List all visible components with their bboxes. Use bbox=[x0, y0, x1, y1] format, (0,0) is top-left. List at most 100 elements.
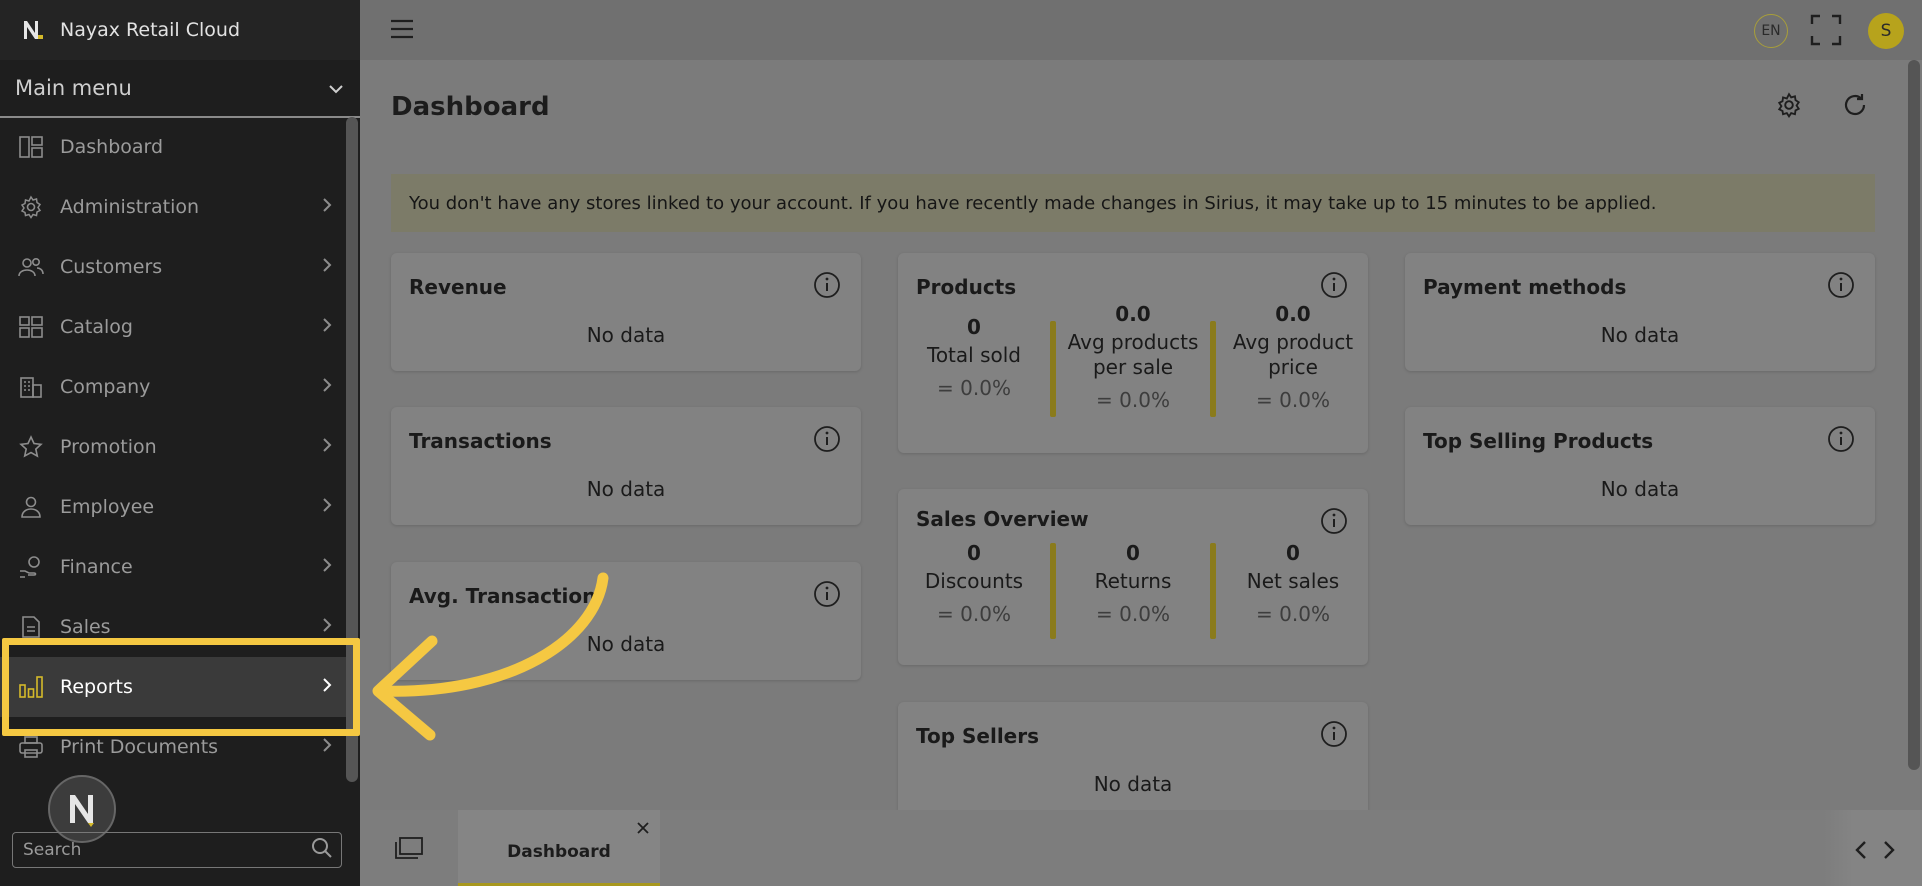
stat-value: 0.0 bbox=[1275, 302, 1311, 326]
tutorial-arrow-icon bbox=[360, 560, 620, 754]
stat-change: = 0.0% bbox=[899, 376, 1049, 400]
stat-avg-products-per-sale: 0.0 Avg products per sale = 0.0% bbox=[1058, 302, 1208, 412]
chevron-right-icon bbox=[322, 377, 332, 397]
top-selling-products-card: Top Selling Products No data bbox=[1405, 407, 1875, 525]
nayax-logo-icon bbox=[20, 17, 46, 43]
sidebar-item-catalog[interactable]: Catalog bbox=[0, 297, 346, 357]
chevron-right-icon bbox=[322, 617, 332, 637]
chevron-left-icon[interactable] bbox=[1854, 840, 1868, 864]
card-title: Top Selling Products bbox=[1423, 429, 1654, 453]
stat-returns: 0 Returns = 0.0% bbox=[1058, 541, 1208, 626]
chevron-down-icon bbox=[328, 79, 344, 98]
no-stores-notice: You don't have any stores linked to your… bbox=[391, 174, 1875, 232]
stat-label: Total sold bbox=[927, 343, 1021, 367]
info-icon[interactable] bbox=[813, 580, 841, 612]
document-icon bbox=[18, 614, 44, 640]
sidebar-item-label: Dashboard bbox=[60, 136, 164, 158]
windows-icon[interactable] bbox=[394, 836, 424, 864]
sidebar-item-employee[interactable]: Employee bbox=[0, 477, 346, 537]
sidebar-item-label: Print Documents bbox=[60, 736, 219, 758]
sidebar-item-label: Finance bbox=[60, 556, 133, 578]
sidebar-item-promotion[interactable]: Promotion bbox=[0, 417, 346, 477]
revenue-card: Revenue No data bbox=[391, 253, 861, 371]
stat-change-value: 0.0% bbox=[1279, 602, 1330, 626]
stat-discounts: 0 Discounts = 0.0% bbox=[899, 541, 1049, 626]
no-data-text: No data bbox=[1600, 323, 1680, 347]
sidebar: Nayax Retail Cloud Main menu Dashboard A… bbox=[0, 0, 360, 886]
stat-label: Discounts bbox=[924, 569, 1024, 593]
gear-icon bbox=[18, 194, 44, 220]
info-icon[interactable] bbox=[1827, 425, 1855, 457]
chevron-right-icon bbox=[322, 317, 332, 337]
top-sellers-card: Top Sellers No data bbox=[898, 702, 1368, 810]
fullscreen-icon[interactable] bbox=[1810, 14, 1842, 50]
building-icon bbox=[18, 374, 44, 400]
printer-icon bbox=[18, 734, 44, 760]
stat-value: 0.0 bbox=[1115, 302, 1151, 326]
card-title: Sales Overview bbox=[916, 507, 1089, 531]
card-title: Products bbox=[916, 275, 1017, 299]
stat-divider bbox=[1210, 321, 1216, 417]
sidebar-item-customers[interactable]: Customers bbox=[0, 237, 346, 297]
close-icon[interactable] bbox=[636, 820, 650, 839]
sidebar-item-label: Promotion bbox=[60, 436, 157, 458]
card-title: Payment methods bbox=[1423, 275, 1627, 299]
stat-change: = 0.0% bbox=[1058, 388, 1208, 412]
info-icon[interactable] bbox=[813, 271, 841, 303]
tab-label: Dashboard bbox=[507, 842, 611, 862]
chevron-right-icon bbox=[322, 557, 332, 577]
stat-change-value: 0.0% bbox=[1279, 388, 1330, 412]
no-data-text: No data bbox=[586, 323, 666, 347]
stat-divider bbox=[1210, 543, 1216, 639]
info-icon[interactable] bbox=[1320, 271, 1348, 303]
settings-gear-icon[interactable] bbox=[1776, 92, 1802, 122]
main-scrollbar-thumb[interactable] bbox=[1908, 60, 1920, 770]
info-icon[interactable] bbox=[1827, 271, 1855, 303]
sidebar-item-label: Company bbox=[60, 376, 151, 398]
app-title: Nayax Retail Cloud bbox=[60, 19, 241, 41]
tab-nav-fade bbox=[1824, 810, 1922, 886]
no-data-text: No data bbox=[586, 477, 666, 501]
search-input[interactable] bbox=[23, 840, 311, 860]
language-selector[interactable]: EN bbox=[1754, 14, 1788, 48]
card-title: Top Sellers bbox=[916, 724, 1040, 748]
stat-change-value: 0.0% bbox=[1119, 602, 1170, 626]
sidebar-item-administration[interactable]: Administration bbox=[0, 177, 346, 237]
main-menu-toggle[interactable]: Main menu bbox=[0, 60, 360, 118]
chevron-right-icon bbox=[322, 257, 332, 277]
main-menu-label: Main menu bbox=[15, 76, 132, 100]
sidebar-search[interactable] bbox=[12, 832, 342, 868]
tab-dashboard[interactable]: Dashboard bbox=[458, 810, 660, 886]
sidebar-item-company[interactable]: Company bbox=[0, 357, 346, 417]
info-icon[interactable] bbox=[813, 425, 841, 457]
equals-icon: = bbox=[1256, 602, 1280, 626]
chevron-right-icon[interactable] bbox=[1882, 840, 1896, 864]
users-icon bbox=[18, 254, 44, 280]
refresh-icon[interactable] bbox=[1842, 92, 1868, 122]
stat-net-sales: 0 Net sales = 0.0% bbox=[1218, 541, 1368, 626]
brand-bar: Nayax Retail Cloud bbox=[0, 0, 360, 60]
info-icon[interactable] bbox=[1320, 507, 1348, 539]
no-data-text: No data bbox=[1093, 772, 1173, 796]
stat-total-sold: 0 Total sold = 0.0% bbox=[899, 315, 1049, 400]
hamburger-menu-icon[interactable] bbox=[390, 18, 414, 44]
sidebar-item-finance[interactable]: Finance bbox=[0, 537, 346, 597]
grid-icon bbox=[18, 314, 44, 340]
chevron-right-icon bbox=[322, 737, 332, 757]
equals-icon: = bbox=[1096, 602, 1120, 626]
stat-change-value: 0.0% bbox=[960, 376, 1011, 400]
sidebar-item-label: Employee bbox=[60, 496, 155, 518]
sidebar-item-label: Customers bbox=[60, 256, 163, 278]
user-avatar[interactable]: S bbox=[1868, 13, 1904, 49]
card-title: Revenue bbox=[409, 275, 507, 299]
payment-methods-card: Payment methods No data bbox=[1405, 253, 1875, 371]
star-icon bbox=[18, 434, 44, 460]
chevron-right-icon bbox=[322, 437, 332, 457]
info-icon[interactable] bbox=[1320, 720, 1348, 752]
stat-value: 0 bbox=[967, 315, 981, 339]
main-scrollbar[interactable] bbox=[1906, 60, 1922, 810]
stat-value: 0 bbox=[967, 541, 981, 565]
search-icon[interactable] bbox=[311, 837, 333, 863]
equals-icon: = bbox=[937, 602, 961, 626]
sidebar-item-dashboard[interactable]: Dashboard bbox=[0, 117, 346, 177]
